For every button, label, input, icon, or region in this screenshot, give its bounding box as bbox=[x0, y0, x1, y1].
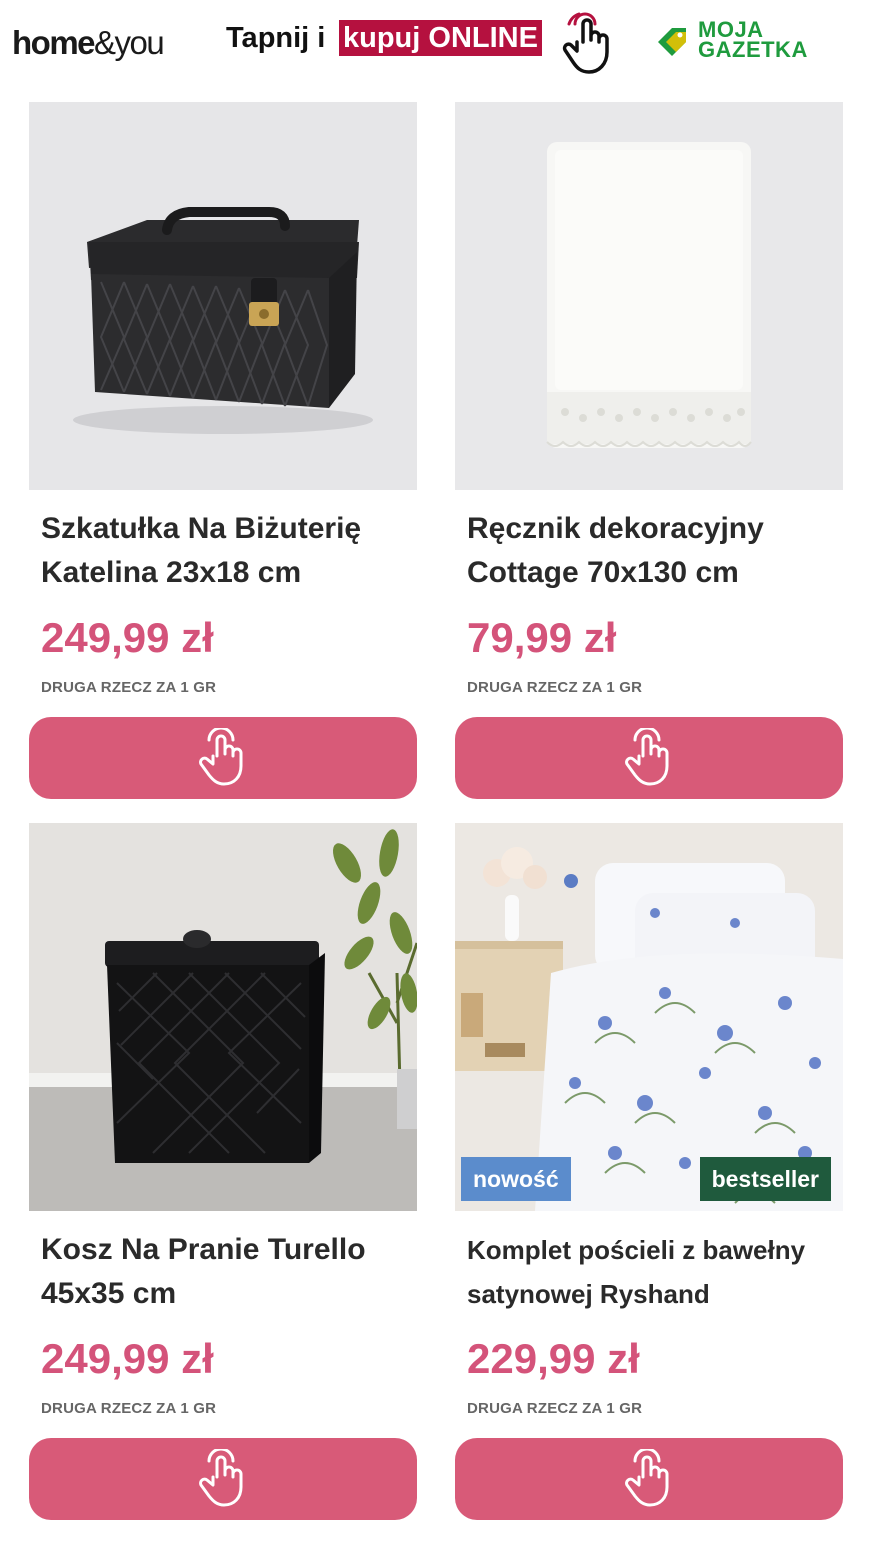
buy-button[interactable] bbox=[455, 1438, 843, 1520]
product-image-towel[interactable] bbox=[455, 102, 843, 490]
hand-pointer-icon bbox=[199, 728, 243, 786]
product-card[interactable]: nowość bestseller Komplet pościeli z baw… bbox=[455, 823, 843, 1520]
header: home&you Tapnij i kupuj ONLINE MOJA GAZE… bbox=[0, 0, 872, 90]
hand-pointer-icon bbox=[625, 728, 669, 786]
product-promo: DRUGA RZECZ ZA 1 GR bbox=[467, 679, 643, 696]
home-and-you-logo[interactable]: home&you bbox=[12, 24, 165, 62]
product-card[interactable]: Kosz Na Pranie Turello 45x35 cm 249,99 z… bbox=[29, 823, 417, 1520]
product-price: 79,99 zł bbox=[467, 614, 617, 661]
buy-button[interactable] bbox=[29, 1438, 417, 1520]
buy-button[interactable] bbox=[455, 717, 843, 799]
product-image-jewelry-box[interactable] bbox=[29, 102, 417, 490]
product-price: 249,99 zł bbox=[41, 1335, 214, 1382]
hand-pointer-icon bbox=[199, 1449, 243, 1507]
product-title[interactable]: Ręcznik dekoracyjny Cottage 70x130 cm bbox=[467, 507, 837, 595]
product-card[interactable]: Szkatułka Na Biżuterię Katelina 23x18 cm… bbox=[29, 102, 417, 799]
product-price: 249,99 zł bbox=[41, 614, 214, 661]
product-image-bedding[interactable]: nowość bestseller bbox=[455, 823, 843, 1211]
product-image-laundry-basket[interactable] bbox=[29, 823, 417, 1211]
product-promo: DRUGA RZECZ ZA 1 GR bbox=[41, 679, 217, 696]
hand-pointer-icon bbox=[562, 12, 609, 74]
product-price: 229,99 zł bbox=[467, 1335, 640, 1382]
product-title[interactable]: Komplet pościeli z bawełny satynowej Rys… bbox=[467, 1228, 837, 1316]
product-promo: DRUGA RZECZ ZA 1 GR bbox=[41, 1400, 217, 1417]
tag-icon bbox=[658, 28, 686, 56]
brand-rest: &you bbox=[94, 24, 165, 61]
gazetka-line2: GAZETKA bbox=[698, 37, 808, 62]
buy-button[interactable] bbox=[29, 717, 417, 799]
moja-gazetka-logo[interactable]: MOJA GAZETKA bbox=[698, 19, 808, 62]
product-promo: DRUGA RZECZ ZA 1 GR bbox=[467, 1400, 643, 1417]
product-title[interactable]: Szkatułka Na Biżuterię Katelina 23x18 cm bbox=[41, 507, 411, 595]
hand-pointer-icon bbox=[625, 1449, 669, 1507]
product-title[interactable]: Kosz Na Pranie Turello 45x35 cm bbox=[41, 1228, 411, 1316]
product-card[interactable]: Ręcznik dekoracyjny Cottage 70x130 cm 79… bbox=[455, 102, 843, 799]
buy-online-banner[interactable]: kupuj ONLINE bbox=[339, 20, 542, 56]
badge-new: nowość bbox=[461, 1157, 571, 1201]
tap-text: Tapnij i bbox=[226, 22, 326, 54]
badge-bestseller: bestseller bbox=[699, 1157, 831, 1201]
brand-bold: home bbox=[12, 24, 96, 61]
